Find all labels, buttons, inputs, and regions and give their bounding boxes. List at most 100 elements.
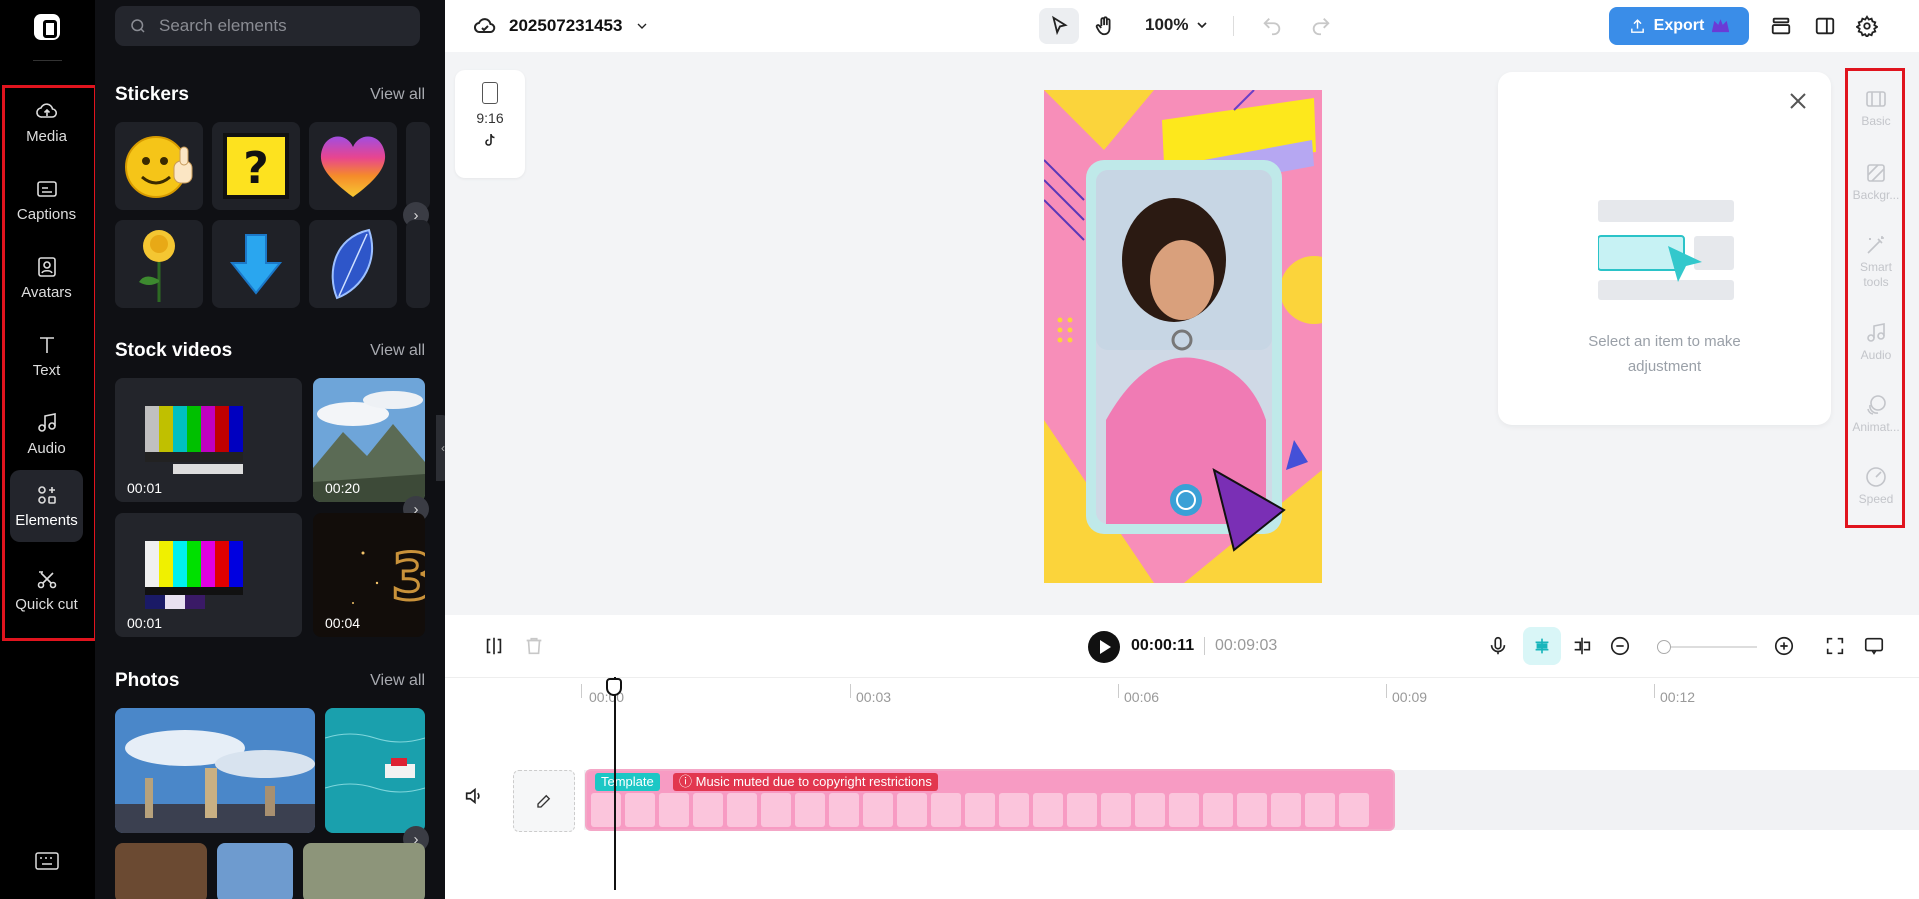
blue-leaf-icon bbox=[331, 228, 374, 300]
stickers-view-all[interactable]: View all bbox=[370, 86, 425, 104]
speed-icon bbox=[1866, 467, 1886, 487]
video-preview[interactable] bbox=[1044, 90, 1322, 583]
rail-item-media[interactable]: Media bbox=[10, 86, 83, 158]
slider-knob[interactable] bbox=[1657, 640, 1671, 654]
stock-video-tile[interactable]: 00:01 bbox=[115, 378, 302, 502]
prop-item-audio[interactable]: Audio bbox=[1848, 321, 1904, 363]
rainbow-heart-icon bbox=[320, 136, 386, 197]
elements-icon bbox=[37, 485, 56, 504]
record-voice-button[interactable] bbox=[1485, 633, 1511, 659]
auto-snap-button[interactable] bbox=[1523, 627, 1561, 665]
split-screen-button[interactable] bbox=[1569, 633, 1595, 659]
close-icon bbox=[1790, 93, 1806, 109]
play-button[interactable] bbox=[1088, 631, 1120, 663]
timeline-zoom-slider[interactable] bbox=[1657, 640, 1757, 654]
sticker-question-block[interactable]: ? bbox=[212, 122, 300, 210]
prop-item-label: Smart tools bbox=[1859, 260, 1892, 289]
rail-item-audio[interactable]: Audio bbox=[10, 398, 83, 470]
cover-edit-button[interactable] bbox=[513, 770, 575, 832]
clip-frame bbox=[1271, 793, 1301, 827]
redo-button[interactable] bbox=[1301, 8, 1341, 44]
sticker-partial[interactable] bbox=[406, 220, 430, 308]
rail-item-quick-cut[interactable]: Quick cut bbox=[10, 550, 83, 630]
split-button[interactable] bbox=[481, 633, 507, 659]
video-clip[interactable]: Template ⓘ Music muted due to copyright … bbox=[585, 769, 1395, 831]
delete-button[interactable] bbox=[521, 633, 547, 659]
playhead-line[interactable] bbox=[614, 677, 616, 890]
zoom-select[interactable]: 100% bbox=[1145, 15, 1210, 35]
ocean-boat-photo bbox=[325, 708, 425, 833]
photo-tile[interactable] bbox=[217, 843, 293, 899]
clip-frame bbox=[1237, 793, 1267, 827]
aspect-ratio-button[interactable]: 9:16 bbox=[455, 70, 525, 178]
project-name: 202507231453 bbox=[509, 16, 623, 35]
ruler-tick bbox=[1118, 684, 1119, 698]
layout-toggle-button[interactable] bbox=[1805, 8, 1845, 44]
sticker-partial[interactable] bbox=[406, 122, 430, 210]
fullscreen-icon bbox=[1826, 637, 1844, 655]
photos-view-all[interactable]: View all bbox=[370, 672, 425, 690]
settings-button[interactable] bbox=[1847, 8, 1887, 44]
photo-tile[interactable] bbox=[115, 843, 207, 899]
stock-video-tile[interactable]: 3 00:04 bbox=[313, 513, 425, 637]
video-duration: 00:01 bbox=[127, 615, 163, 631]
chevron-down-icon bbox=[637, 23, 647, 29]
hand-tool-button[interactable] bbox=[1085, 8, 1125, 44]
prop-item-basic[interactable]: Basic bbox=[1848, 87, 1904, 129]
gear-icon bbox=[1856, 15, 1878, 37]
rail-item-label: Elements bbox=[15, 511, 78, 529]
rail-item-text[interactable]: Text bbox=[10, 320, 83, 392]
sticker-yellow-rose[interactable] bbox=[115, 220, 203, 308]
photo-tile[interactable] bbox=[115, 708, 315, 833]
timeline[interactable]: 00:00 00:03 00:06 00:09 00:12 Template ⓘ… bbox=[445, 677, 1919, 899]
speaker-icon bbox=[465, 787, 480, 805]
stock-video-tile[interactable]: 00:20 bbox=[313, 378, 425, 502]
sticker-down-arrow[interactable] bbox=[212, 220, 300, 308]
stock-videos-view-all[interactable]: View all bbox=[370, 342, 425, 360]
clip-frame bbox=[659, 793, 689, 827]
photo-tile[interactable] bbox=[325, 708, 425, 833]
stock-video-tile[interactable]: 00:01 bbox=[115, 513, 302, 637]
keyboard-shortcuts-button[interactable] bbox=[34, 850, 60, 872]
rail-item-captions[interactable]: Captions bbox=[10, 164, 83, 236]
sidebar-layout-icon bbox=[1815, 17, 1835, 35]
search-input[interactable] bbox=[159, 16, 399, 36]
select-tool-button[interactable] bbox=[1039, 8, 1079, 44]
prop-item-speed[interactable]: Speed bbox=[1848, 465, 1904, 507]
rail-item-elements[interactable]: Elements bbox=[10, 470, 83, 542]
rail-item-label: Audio bbox=[27, 439, 66, 457]
zoom-in-button[interactable] bbox=[1771, 633, 1797, 659]
sticker-blue-leaf[interactable] bbox=[309, 220, 397, 308]
fullscreen-button[interactable] bbox=[1822, 633, 1848, 659]
rail-item-avatars[interactable]: Avatars bbox=[10, 242, 83, 314]
prop-item-background[interactable]: Backgr... bbox=[1848, 161, 1904, 203]
blue-down-arrow-icon bbox=[229, 234, 283, 295]
project-menu[interactable]: 202507231453 bbox=[473, 14, 650, 38]
prop-item-label: Speed bbox=[1858, 492, 1894, 506]
sticker-smiley[interactable] bbox=[115, 122, 203, 210]
copyright-warning-text: Music muted due to copyright restriction… bbox=[695, 774, 932, 789]
clip-frame bbox=[727, 793, 757, 827]
close-button[interactable] bbox=[1787, 90, 1809, 112]
copyright-warning: ⓘ Music muted due to copyright restricti… bbox=[673, 773, 938, 791]
total-time: 00:09:03 bbox=[1215, 637, 1278, 654]
svg-text:?: ? bbox=[243, 143, 269, 194]
layers-button[interactable] bbox=[1761, 8, 1801, 44]
prop-item-animation[interactable]: Animat... bbox=[1848, 393, 1904, 435]
zoom-out-button[interactable] bbox=[1607, 633, 1633, 659]
stack-icon bbox=[1771, 17, 1791, 35]
feedback-button[interactable] bbox=[1861, 633, 1887, 659]
export-button[interactable]: Export bbox=[1609, 7, 1749, 45]
photo-tile[interactable] bbox=[303, 843, 425, 899]
track-mute-button[interactable] bbox=[463, 785, 489, 811]
adjustment-hint-line: Select an item to make bbox=[1588, 333, 1741, 350]
top-bar: 202507231453 100% Export bbox=[445, 0, 1919, 52]
clip-frame bbox=[795, 793, 825, 827]
adjustment-panel: Select an item to make adjustment bbox=[1498, 72, 1831, 425]
undo-button[interactable] bbox=[1252, 8, 1292, 44]
stickers-title: Stickers bbox=[115, 84, 189, 105]
prop-item-smart-tools[interactable]: Smart tools bbox=[1848, 233, 1904, 290]
app-logo[interactable] bbox=[34, 14, 60, 40]
playhead-handle[interactable] bbox=[606, 678, 622, 696]
sticker-rainbow-heart[interactable] bbox=[309, 122, 397, 210]
